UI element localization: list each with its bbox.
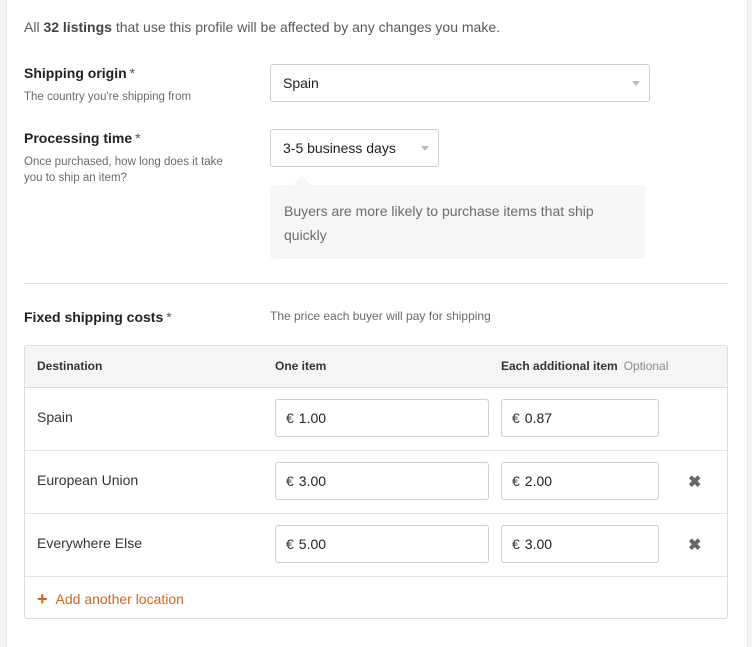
add-location-label: Add another location <box>55 591 184 607</box>
remove-location-icon[interactable]: ✖ <box>688 472 701 492</box>
price-value: 1.00 <box>298 410 327 426</box>
price-value: 3.00 <box>524 536 553 552</box>
required-mark: * <box>166 309 172 325</box>
currency-symbol: € <box>512 410 520 426</box>
one-item-price-input[interactable]: €3.00 <box>275 462 489 500</box>
required-mark: * <box>129 65 136 81</box>
table-row: Everywhere Else €5.00 €3.00 ✖ <box>25 513 727 577</box>
optional-tag: Optional <box>623 359 669 373</box>
price-value: 3.00 <box>298 473 327 489</box>
one-item-price-input[interactable]: €1.00 <box>275 399 489 437</box>
shipping-origin-label: Shipping origin * <box>24 65 135 81</box>
processing-time-label-text: Processing time <box>24 130 133 146</box>
plus-icon: + <box>37 589 48 609</box>
processing-time-help: Once purchased, how long does it take yo… <box>24 156 223 184</box>
additional-item-price-input[interactable]: €3.00 <box>501 525 659 563</box>
currency-symbol: € <box>286 410 294 426</box>
destination-name: European Union <box>37 472 139 488</box>
price-value: 0.87 <box>524 410 553 426</box>
currency-symbol: € <box>512 473 520 489</box>
remove-location-icon[interactable]: ✖ <box>688 535 701 555</box>
listing-count: 32 listings <box>43 19 112 35</box>
shipping-origin-help: The country you're shipping from <box>24 91 192 103</box>
currency-symbol: € <box>512 536 520 552</box>
fixed-shipping-costs-help: The price each buyer will pay for shippi… <box>270 309 491 323</box>
add-location-link[interactable]: + Add another location <box>37 589 184 610</box>
shipping-origin-value: Spain <box>283 75 319 91</box>
additional-item-price-input[interactable]: €2.00 <box>501 462 659 500</box>
additional-item-price-input[interactable]: €0.87 <box>501 399 659 437</box>
affected-listings-notice: All 32 listings that use this profile wi… <box>24 19 500 35</box>
shipping-origin-select[interactable]: Spain <box>270 64 650 102</box>
destination-name: Spain <box>37 409 73 425</box>
chevron-down-icon <box>421 146 429 151</box>
fixed-shipping-costs-label: Fixed shipping costs * <box>24 309 172 325</box>
column-header-one-item: One item <box>275 359 327 373</box>
tip-pointer <box>293 176 311 185</box>
price-value: 5.00 <box>298 536 327 552</box>
column-header-destination: Destination <box>37 359 103 373</box>
section-divider <box>24 283 728 284</box>
required-mark: * <box>135 130 141 146</box>
shipping-costs-table: Destination One item Each additional ite… <box>24 345 728 619</box>
chevron-down-icon <box>632 81 640 86</box>
shipping-origin-label-text: Shipping origin <box>24 65 127 81</box>
table-row: European Union €3.00 €2.00 ✖ <box>25 450 727 514</box>
processing-time-tip: Buyers are more likely to purchase items… <box>270 185 645 259</box>
column-header-additional-text: Each additional item <box>501 359 618 373</box>
processing-time-value: 3-5 business days <box>283 140 396 156</box>
shipping-profile-panel: All 32 listings that use this profile wi… <box>6 0 748 647</box>
notice-suffix: that use this profile will be affected b… <box>115 19 500 35</box>
table-row: Spain €1.00 €0.87 <box>25 387 727 451</box>
currency-symbol: € <box>286 536 294 552</box>
processing-time-select[interactable]: 3-5 business days <box>270 129 439 167</box>
notice-prefix: All <box>24 19 40 35</box>
destination-name: Everywhere Else <box>37 535 143 551</box>
table-header: Destination One item Each additional ite… <box>25 346 727 388</box>
column-header-additional-item: Each additional item Optional <box>501 359 668 373</box>
price-value: 2.00 <box>524 473 553 489</box>
processing-time-label: Processing time * <box>24 130 141 146</box>
currency-symbol: € <box>286 473 294 489</box>
one-item-price-input[interactable]: €5.00 <box>275 525 489 563</box>
fixed-shipping-costs-label-text: Fixed shipping costs <box>24 309 164 325</box>
